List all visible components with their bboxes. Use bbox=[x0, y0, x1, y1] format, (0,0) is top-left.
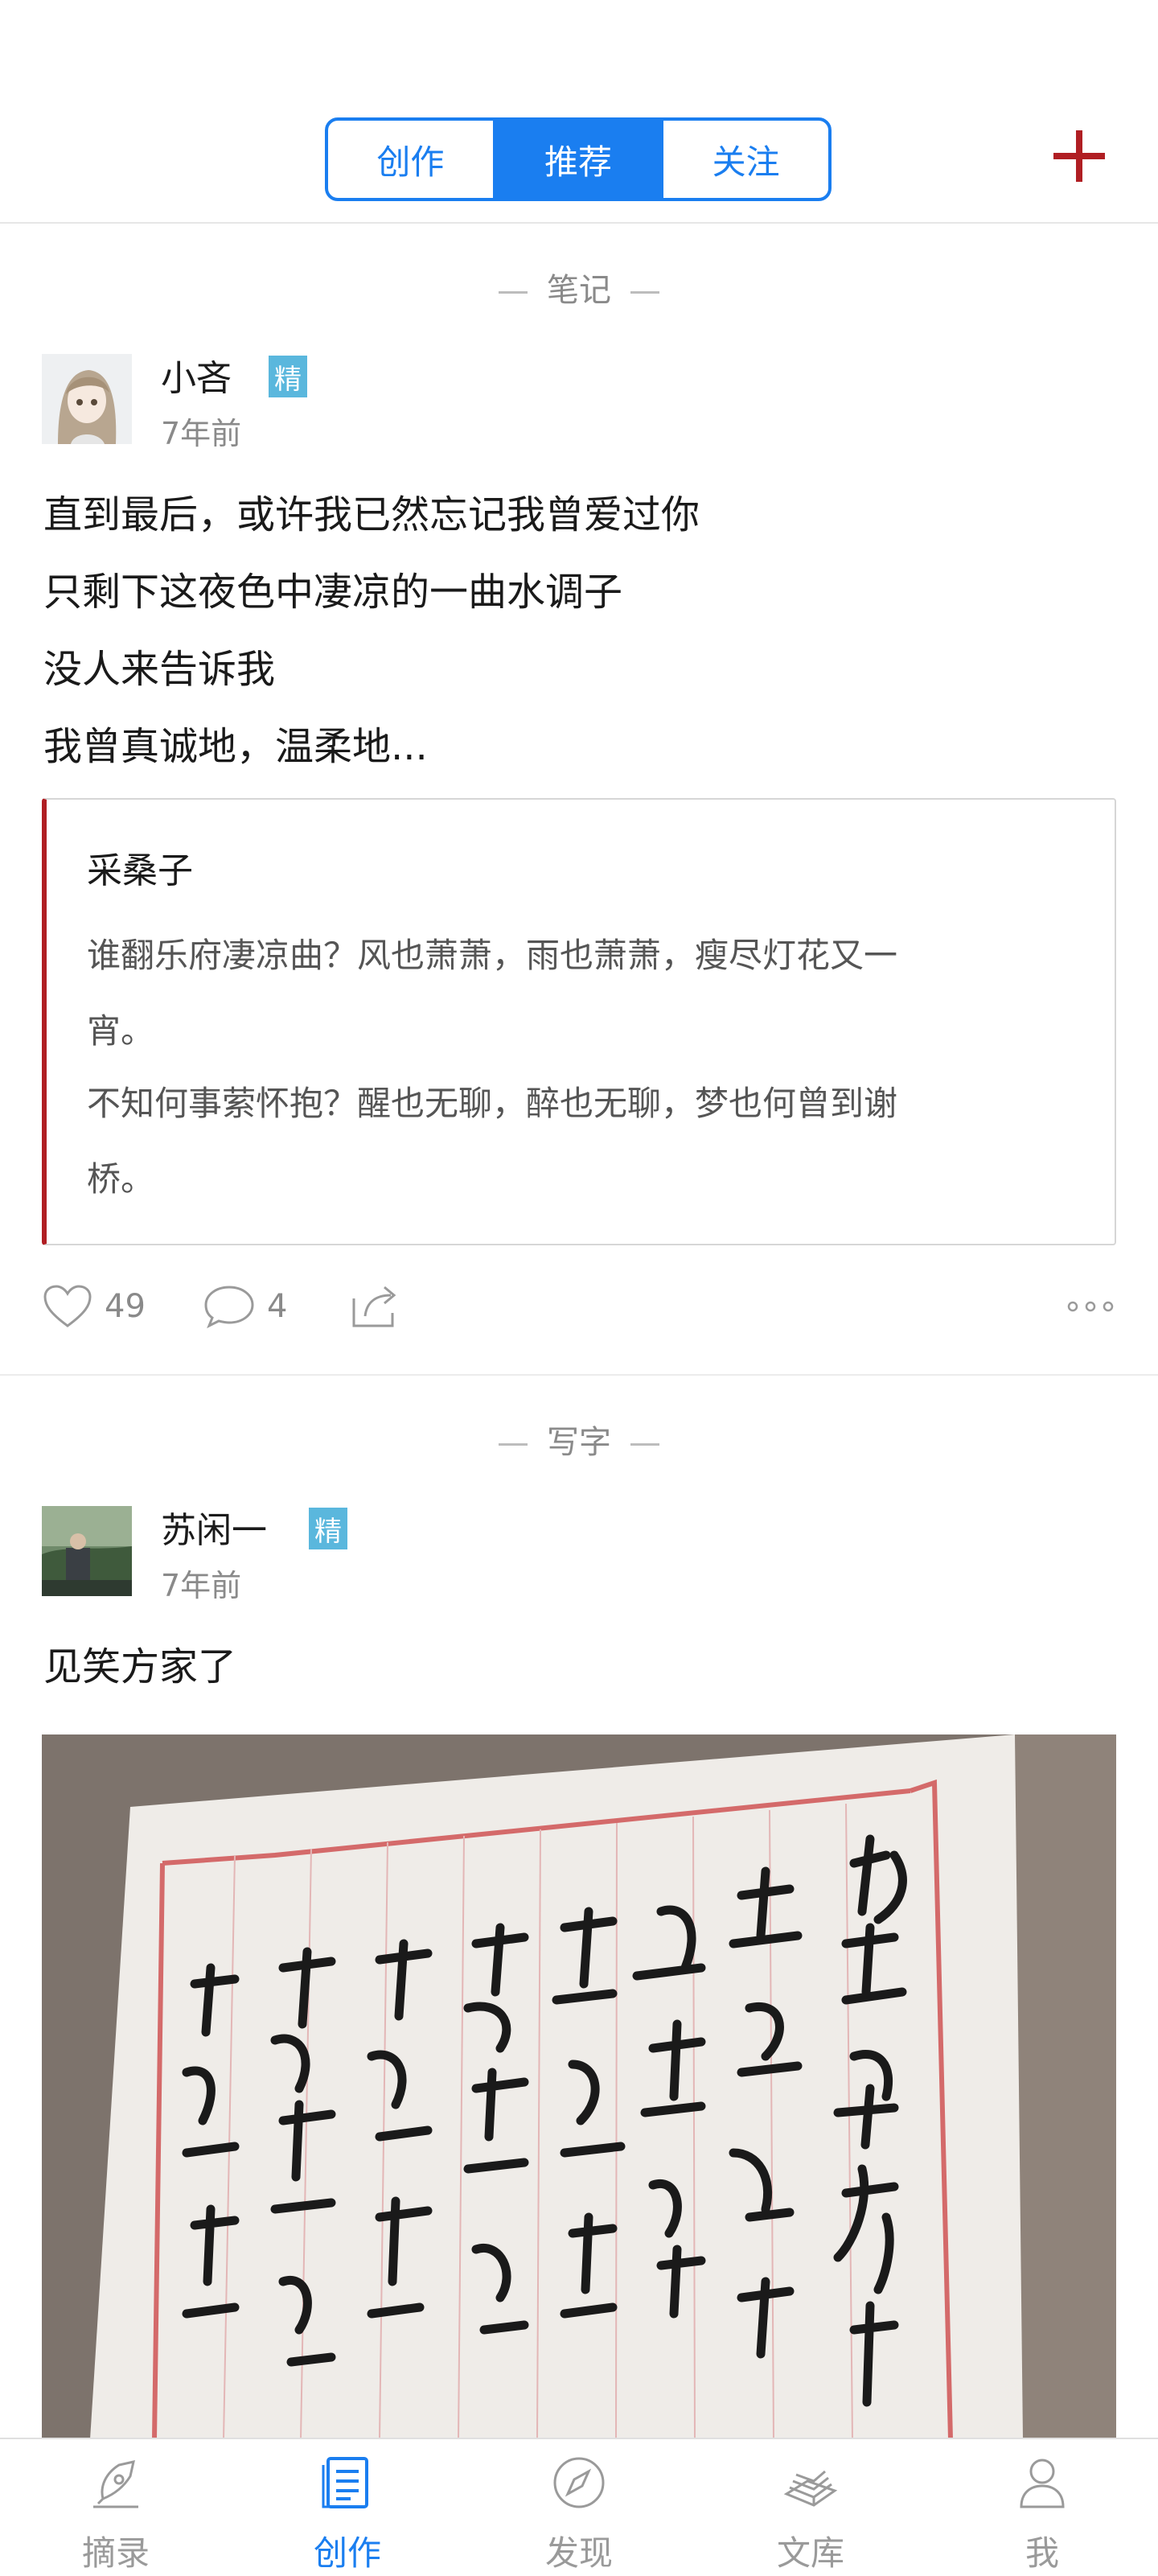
bottom-navigation: 摘录 创作 发现 文库 我 bbox=[0, 2438, 1158, 2576]
comment-count: 4 bbox=[267, 1288, 288, 1325]
nav-label: 文库 bbox=[776, 2533, 844, 2573]
tab-recommend[interactable]: 推荐 bbox=[495, 121, 664, 198]
nav-label: 创作 bbox=[313, 2533, 381, 2573]
quote-line: 不知何事萦怀抱？醒也无聊，醉也无聊，梦也何曾到谢 bbox=[87, 1084, 898, 1123]
more-options-button[interactable] bbox=[1066, 1284, 1126, 1329]
comment-button[interactable]: 4 bbox=[203, 1284, 287, 1329]
calligraphy-photo[interactable] bbox=[42, 1734, 1116, 2439]
more-icon bbox=[1067, 1301, 1114, 1312]
featured-badge: 精 bbox=[309, 1508, 347, 1549]
like-button[interactable]: 49 bbox=[42, 1284, 146, 1329]
comment-icon bbox=[204, 1286, 254, 1329]
heart-icon bbox=[43, 1285, 92, 1327]
post-text-line: 见笑方家了 bbox=[43, 1644, 237, 1689]
quoted-poem-card[interactable]: 采桑子 谁翻乐府凄凉曲？风也萧萧，雨也萧萧，瘦尽灯花又一 宵。 不知何事萦怀抱？… bbox=[42, 798, 1116, 1245]
share-icon bbox=[352, 1286, 396, 1327]
document-icon bbox=[322, 2457, 368, 2508]
quote-line: 谁翻乐府凄凉曲？风也萧萧，雨也萧萧，瘦尽灯花又一 bbox=[87, 936, 898, 975]
quote-line: 桥。 bbox=[87, 1159, 155, 1199]
nav-item-discover[interactable]: 发现 bbox=[463, 2439, 695, 2576]
divider bbox=[0, 1374, 1158, 1376]
author-name[interactable]: 小吝 bbox=[161, 349, 232, 401]
like-count: 49 bbox=[105, 1288, 146, 1325]
person-icon bbox=[1020, 2459, 1065, 2508]
section-label: 笔记 bbox=[0, 264, 1158, 311]
post-time: 7年前 bbox=[161, 416, 242, 451]
tab-follow[interactable]: 关注 bbox=[663, 121, 828, 198]
feed-tab-switcher: 创作 推荐 关注 bbox=[325, 117, 832, 201]
nav-item-me[interactable]: 我 bbox=[926, 2439, 1158, 2576]
featured-badge: 精 bbox=[269, 356, 307, 397]
post-actions: 49 4 bbox=[0, 1278, 1158, 1342]
nav-label: 我 bbox=[1025, 2533, 1059, 2573]
nav-item-excerpt[interactable]: 摘录 bbox=[0, 2439, 232, 2576]
category-label: 写字 bbox=[547, 1424, 611, 1461]
tab-create[interactable]: 创作 bbox=[328, 121, 496, 198]
post-time: 7年前 bbox=[161, 1568, 242, 1603]
books-icon bbox=[783, 2470, 838, 2507]
quote-line: 宵。 bbox=[87, 1011, 155, 1051]
nav-label: 发现 bbox=[544, 2533, 613, 2573]
author-name[interactable]: 苏闲一 bbox=[161, 1501, 267, 1553]
share-button[interactable] bbox=[351, 1284, 410, 1329]
top-bar: 创作 推荐 关注 bbox=[0, 0, 1158, 224]
post-text-line: 我曾真诚地，温柔地... bbox=[43, 724, 428, 769]
nav-item-create[interactable]: 创作 bbox=[232, 2439, 463, 2576]
post-text-line: 直到最后，或许我已然忘记我曾爱过你 bbox=[43, 492, 700, 537]
avatar[interactable] bbox=[42, 1506, 132, 1596]
compass-icon bbox=[553, 2457, 605, 2508]
quote-title: 采桑子 bbox=[87, 850, 193, 891]
pen-nib-icon bbox=[93, 2460, 138, 2508]
category-label: 笔记 bbox=[547, 272, 611, 309]
plus-icon[interactable] bbox=[1053, 130, 1105, 182]
post-text-line: 没人来告诉我 bbox=[43, 647, 276, 692]
avatar[interactable] bbox=[42, 354, 132, 444]
post-text-line: 只剩下这夜色中凄凉的一曲水调子 bbox=[43, 570, 623, 615]
nav-item-library[interactable]: 文库 bbox=[695, 2439, 926, 2576]
nav-label: 摘录 bbox=[81, 2533, 150, 2573]
section-label: 写字 bbox=[0, 1416, 1158, 1463]
